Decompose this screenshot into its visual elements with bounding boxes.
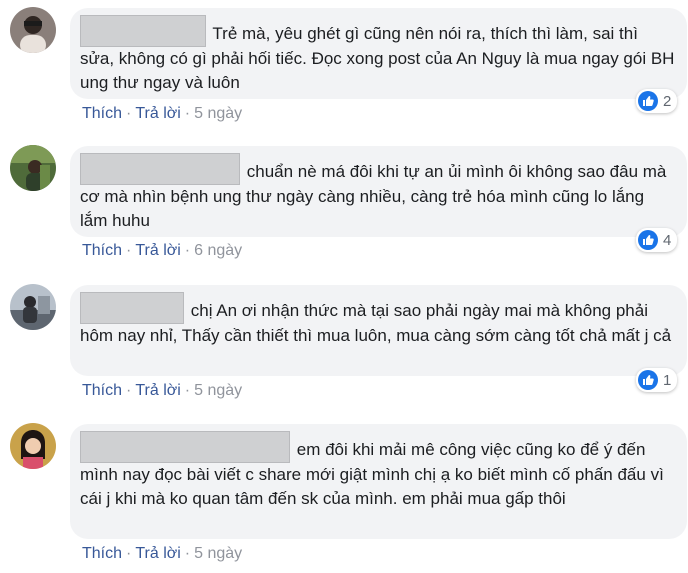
separator-dot: ·	[126, 105, 132, 122]
user-avatar-icon[interactable]	[10, 284, 56, 330]
comment-bubble: chuẩn nè má đôi khi tự an ủi mình ôi khô…	[70, 146, 687, 237]
redacted-name	[80, 15, 206, 47]
like-button[interactable]: Thích	[82, 545, 122, 562]
redacted-name	[80, 292, 184, 324]
reaction-count[interactable]: 1	[636, 368, 678, 392]
reaction-count[interactable]: 4	[636, 228, 678, 252]
comment-bubble: em đôi khi mải mê công việc cũng ko để ý…	[70, 424, 687, 539]
comment-timestamp[interactable]: 6 ngày	[194, 242, 242, 259]
reply-button[interactable]: Trả lời	[135, 105, 180, 122]
reaction-count[interactable]: 2	[636, 89, 678, 113]
separator-dot: ·	[184, 545, 191, 562]
comment-actions: Thích · Trả lời · 5 ngày	[82, 382, 242, 400]
reply-button[interactable]: Trả lời	[135, 382, 180, 399]
separator-dot: ·	[126, 545, 132, 562]
separator-dot: ·	[126, 382, 132, 399]
comment-bubble: chị An ơi nhận thức mà tại sao phải ngày…	[70, 285, 687, 376]
comment-actions: Thích · Trả lời · 5 ngày	[82, 105, 242, 123]
like-icon	[638, 91, 658, 111]
like-button[interactable]: Thích	[82, 242, 122, 259]
reaction-number: 2	[663, 92, 672, 110]
separator-dot: ·	[184, 382, 191, 399]
redacted-name	[80, 153, 240, 185]
user-avatar-icon[interactable]	[10, 7, 56, 53]
comment-timestamp[interactable]: 5 ngày	[194, 105, 242, 122]
like-icon	[638, 230, 658, 250]
comment-actions: Thích · Trả lời · 5 ngày	[82, 545, 242, 563]
user-avatar-icon[interactable]	[10, 423, 56, 469]
reply-button[interactable]: Trả lời	[135, 242, 180, 259]
separator-dot: ·	[184, 242, 191, 259]
comment-timestamp[interactable]: 5 ngày	[194, 545, 242, 562]
like-button[interactable]: Thích	[82, 105, 122, 122]
comment-bubble: Trẻ mà, yêu ghét gì cũng nên nói ra, thí…	[70, 8, 687, 99]
comment-actions: Thích · Trả lời · 6 ngày	[82, 242, 242, 260]
like-button[interactable]: Thích	[82, 382, 122, 399]
separator-dot: ·	[184, 105, 191, 122]
user-avatar-icon[interactable]	[10, 145, 56, 191]
comment-timestamp[interactable]: 5 ngày	[194, 382, 242, 399]
like-icon	[638, 370, 658, 390]
reaction-number: 1	[663, 371, 672, 389]
separator-dot: ·	[126, 242, 132, 259]
redacted-name	[80, 431, 290, 463]
reply-button[interactable]: Trả lời	[135, 545, 180, 562]
reaction-number: 4	[663, 231, 672, 249]
